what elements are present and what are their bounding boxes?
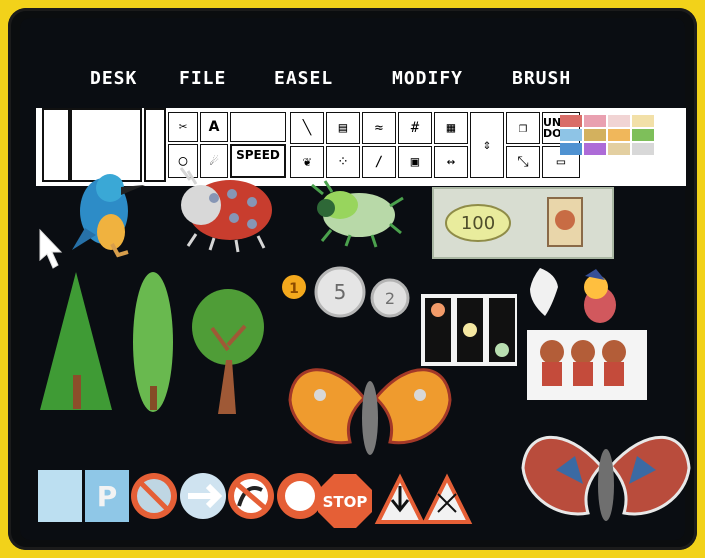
cypress-tree-icon: [133, 272, 173, 412]
coin-2: 2: [370, 278, 410, 318]
coin-1-label: 1: [289, 281, 299, 297]
bears-sticker-icon: [527, 330, 647, 400]
info-sign-icon: [38, 470, 82, 522]
beetle-icon: [311, 180, 404, 248]
ladybug-icon: [179, 167, 272, 253]
butterfly-right-icon: [521, 435, 691, 521]
triangle-x-sign-icon: [421, 473, 473, 524]
triangle-warning-sign-icon: [374, 473, 426, 524]
traffic-lights-icon: [421, 294, 517, 366]
arrow-sign-icon: [180, 473, 226, 519]
coins-group: 1 5 2: [282, 266, 410, 318]
stop-sign-icon: STOP: [318, 474, 372, 528]
coin-5: 5: [314, 266, 366, 318]
no-entry-sign-icon: [131, 473, 177, 519]
pine-tree-icon: [40, 272, 112, 410]
no-uturn-sign-icon: [228, 473, 274, 519]
stop-sign-label: STOP: [323, 493, 368, 511]
deciduous-tree-icon: [192, 289, 264, 414]
road-signs-row: P STOP: [38, 470, 473, 528]
coin-5-label: 5: [334, 280, 347, 304]
kingfisher-icon: [72, 174, 145, 258]
small-animals-icon: [530, 268, 616, 323]
round-sign-icon: [277, 473, 323, 519]
butterfly-center-icon: [288, 368, 452, 455]
cursor-arrow-icon: [39, 228, 63, 269]
coin-2-label: 2: [385, 289, 395, 308]
trees-group: [40, 272, 264, 414]
coin-1: 1: [282, 275, 306, 299]
banknote-image: 100: [432, 187, 614, 259]
canvas-artwork: 100 1 5 2 P STOP: [38, 167, 691, 528]
banknote-value: 100: [461, 213, 495, 234]
svg-text:P: P: [97, 480, 118, 513]
